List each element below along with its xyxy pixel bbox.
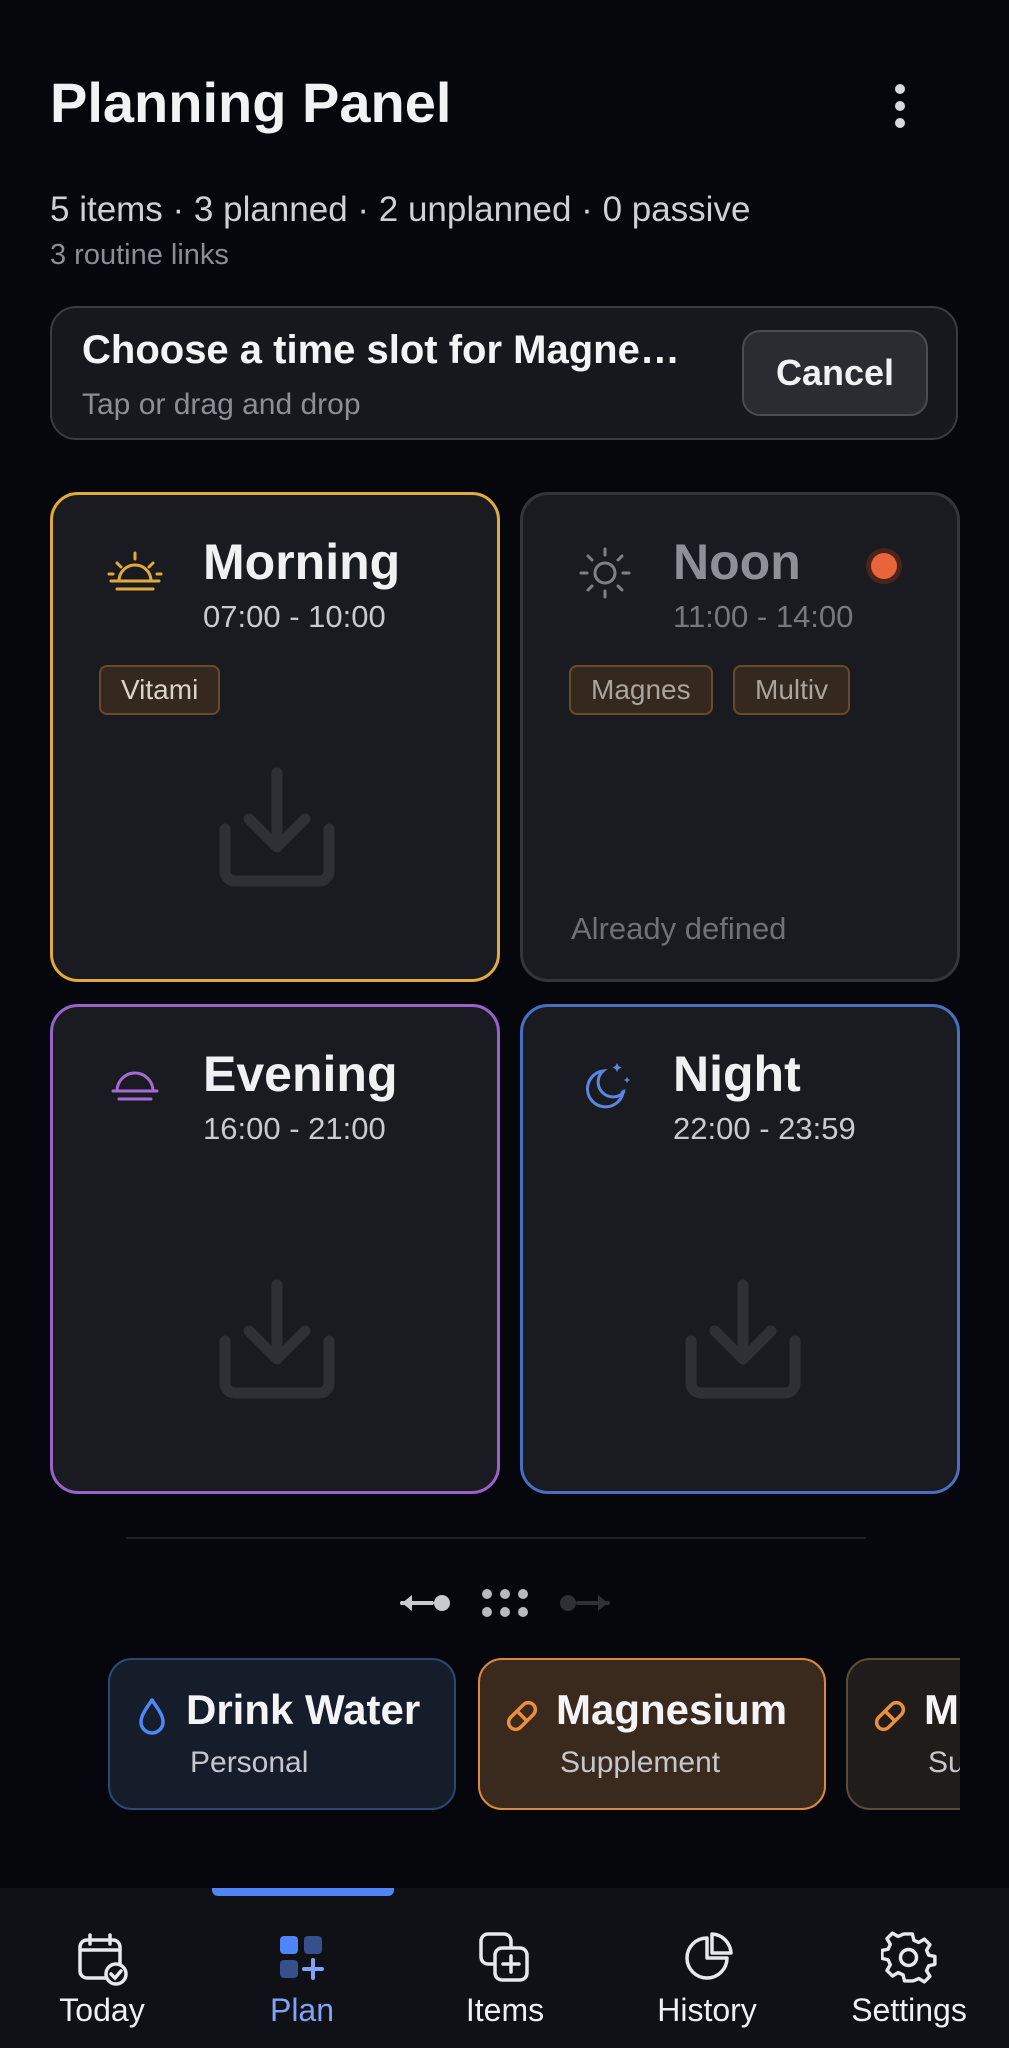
slot-time: 16:00 - 21:00: [203, 1111, 386, 1146]
item-category: Su: [928, 1746, 960, 1779]
nav-settings[interactable]: Settings: [829, 1930, 989, 2029]
nav-label: History: [657, 1992, 757, 2028]
drop-target-icon: [219, 1279, 335, 1399]
routine-links: 3 routine links: [50, 239, 229, 271]
nav-plan[interactable]: Plan: [222, 1930, 382, 2029]
item-name: Drink Water: [186, 1686, 421, 1733]
pill-icon: [506, 1700, 538, 1732]
slot-night[interactable]: Night 22:00 - 23:59: [520, 1004, 960, 1494]
slot-name: Night: [673, 1046, 801, 1102]
plan-grid-icon: [280, 1936, 324, 1980]
slot-noon[interactable]: Noon 11:00 - 14:00 Magnes Multiv Already…: [520, 492, 960, 982]
slot-status: Already defined: [571, 911, 787, 946]
slot-name: Evening: [203, 1046, 398, 1102]
slot-time: 07:00 - 10:00: [203, 599, 386, 634]
moon-stars-icon: [586, 1063, 630, 1109]
cancel-button[interactable]: Cancel: [742, 330, 928, 416]
nav-history[interactable]: History: [627, 1930, 787, 2029]
slot-time: 11:00 - 14:00: [673, 599, 854, 634]
nav-items[interactable]: Items: [425, 1930, 585, 2029]
item-card-drink-water[interactable]: Drink Water Personal: [108, 1658, 456, 1810]
more-options-icon[interactable]: [885, 84, 915, 128]
active-tab-indicator: [212, 1888, 394, 1896]
item-name: M: [924, 1686, 959, 1733]
divider: [126, 1537, 866, 1539]
slot-morning[interactable]: Morning 07:00 - 10:00 Vitami: [50, 492, 500, 982]
slot-evening[interactable]: Evening 16:00 - 21:00: [50, 1004, 500, 1494]
page-title: Planning Panel: [50, 71, 452, 134]
drop-target-icon: [219, 767, 335, 887]
selection-banner: Choose a time slot for Magne… Tap or dra…: [50, 306, 958, 440]
status-dot: [871, 553, 897, 579]
scroll-left-icon[interactable]: [398, 1588, 454, 1618]
item-name: Magnesium: [556, 1686, 788, 1733]
pill-icon: [874, 1700, 906, 1732]
pie-chart-icon: [685, 1932, 733, 1980]
drop-target-icon: [685, 1279, 801, 1399]
banner-title: Choose a time slot for Magne…: [82, 328, 680, 372]
nav-label: Settings: [851, 1992, 967, 2028]
slot-time: 22:00 - 23:59: [673, 1111, 856, 1146]
slot-name: Morning: [203, 534, 401, 590]
sunset-icon: [111, 1071, 159, 1101]
droplet-icon: [139, 1698, 165, 1735]
slot-chip[interactable]: Multiv: [733, 665, 851, 715]
grid-dots-icon[interactable]: [480, 1586, 530, 1620]
banner-subtitle: Tap or drag and drop: [82, 388, 361, 421]
summary-stats: 5 items · 3 planned · 2 unplanned · 0 pa…: [50, 190, 751, 229]
item-category: Personal: [190, 1746, 309, 1779]
item-card-magnesium[interactable]: Magnesium Supplement: [478, 1658, 826, 1810]
sunrise-icon: [107, 551, 163, 591]
sun-icon: [579, 547, 631, 599]
nav-today[interactable]: Today: [22, 1930, 182, 2029]
item-category: Supplement: [560, 1746, 721, 1779]
slot-chip[interactable]: Magnes: [569, 665, 713, 715]
nav-label: Plan: [269, 1992, 335, 2028]
item-card-partial[interactable]: M Su: [846, 1658, 960, 1810]
nav-label: Today: [59, 1992, 145, 2028]
slot-chip[interactable]: Vitami: [99, 665, 221, 715]
slot-name: Noon: [673, 534, 801, 590]
scroll-right-icon[interactable]: [556, 1588, 612, 1618]
calendar-check-icon: [78, 1933, 128, 1986]
add-item-icon: [479, 1932, 529, 1982]
nav-label: Items: [465, 1992, 545, 2028]
gear-icon: [881, 1931, 937, 1984]
